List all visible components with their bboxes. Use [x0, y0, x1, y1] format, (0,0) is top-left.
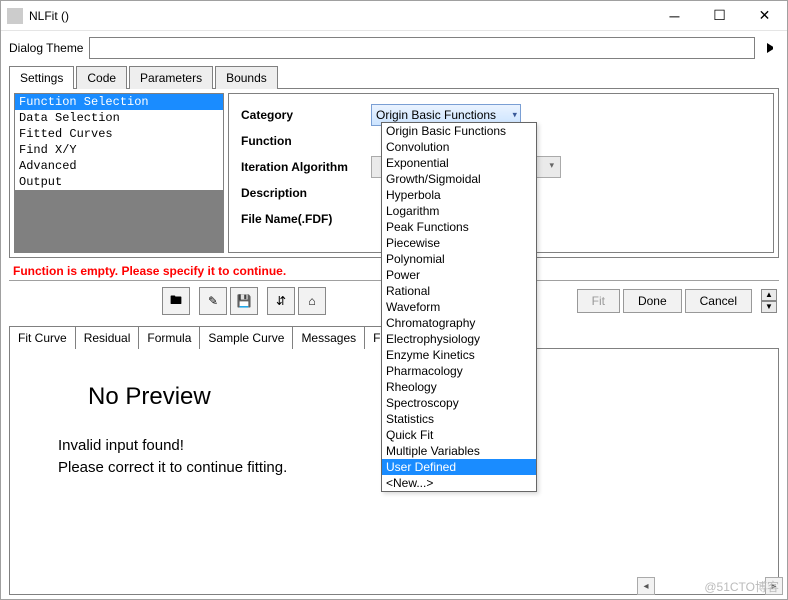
tab-bounds[interactable]: Bounds — [215, 66, 278, 89]
tool-sort-button[interactable]: ⇵ — [267, 287, 295, 315]
dropdown-item[interactable]: Chromatography — [382, 315, 536, 331]
category-value: Origin Basic Functions — [376, 108, 496, 122]
dropdown-item[interactable]: Enzyme Kinetics — [382, 347, 536, 363]
dropdown-item[interactable]: Power — [382, 267, 536, 283]
dropdown-item[interactable]: Convolution — [382, 139, 536, 155]
tab-sample-curve[interactable]: Sample Curve — [199, 326, 292, 349]
dropdown-item[interactable]: Origin Basic Functions — [382, 123, 536, 139]
dropdown-item[interactable]: Statistics — [382, 411, 536, 427]
list-empty-area — [15, 190, 223, 252]
dialog-theme-input[interactable] — [89, 37, 755, 59]
dropdown-item[interactable]: Multiple Variables — [382, 443, 536, 459]
chevron-down-icon: ▾ — [512, 110, 517, 121]
app-icon — [7, 8, 23, 24]
fit-button[interactable]: Fit — [577, 289, 620, 313]
list-item-output[interactable]: Output — [15, 174, 223, 190]
tab-messages[interactable]: Messages — [292, 326, 364, 349]
save-icon: 💾 — [237, 294, 252, 308]
triangle-right-icon — [767, 43, 773, 53]
dropdown-item[interactable]: Growth/Sigmoidal — [382, 171, 536, 187]
description-label: Description — [241, 186, 371, 200]
tool-save-button[interactable]: 💾 — [230, 287, 258, 315]
done-button[interactable]: Done — [623, 289, 682, 313]
tab-code[interactable]: Code — [76, 66, 127, 89]
theme-row: Dialog Theme — [5, 31, 783, 65]
spin-down-button[interactable]: ▼ — [761, 301, 777, 313]
spin-up-button[interactable]: ▲ — [761, 289, 777, 301]
spin-control: ▲ ▼ — [761, 289, 777, 313]
category-label: Category — [241, 108, 371, 122]
dropdown-item[interactable]: Piecewise — [382, 235, 536, 251]
dropdown-item[interactable]: Pharmacology — [382, 363, 536, 379]
tool-home-button[interactable]: ⌂ — [298, 287, 326, 315]
nlfit-dialog: NLFit () ─ ☐ ✕ Dialog Theme Settings Cod… — [0, 0, 788, 600]
file-name-label: File Name(.FDF) — [241, 212, 371, 226]
dropdown-item[interactable]: Polynomial — [382, 251, 536, 267]
maximize-button[interactable]: ☐ — [697, 1, 742, 30]
upper-tabstrip: Settings Code Parameters Bounds — [5, 66, 783, 89]
tab-fit-curve[interactable]: Fit Curve — [9, 326, 75, 349]
dropdown-item[interactable]: Hyperbola — [382, 187, 536, 203]
dropdown-item[interactable]: User Defined — [382, 459, 536, 475]
dropdown-item[interactable]: Electrophysiology — [382, 331, 536, 347]
titlebar: NLFit () ─ ☐ ✕ — [1, 1, 787, 31]
iteration-algorithm-label: Iteration Algorithm — [241, 160, 371, 174]
tab-residual[interactable]: Residual — [75, 326, 139, 349]
watermark: @51CTO博客 — [704, 578, 779, 595]
scroll-left-button[interactable]: ◂ — [637, 577, 655, 595]
dropdown-item[interactable]: Logarithm — [382, 203, 536, 219]
tool-open-button[interactable]: 🖿 — [162, 287, 190, 315]
function-label: Function — [241, 134, 371, 148]
list-item-advanced[interactable]: Advanced — [15, 158, 223, 174]
home-icon: ⌂ — [308, 294, 315, 308]
list-item-fitted-curves[interactable]: Fitted Curves — [15, 126, 223, 142]
category-dropdown-list[interactable]: Origin Basic FunctionsConvolutionExponen… — [381, 122, 537, 492]
tab-formula[interactable]: Formula — [138, 326, 199, 349]
list-item-find-xy[interactable]: Find X/Y — [15, 142, 223, 158]
close-button[interactable]: ✕ — [742, 1, 787, 30]
dropdown-item[interactable]: Peak Functions — [382, 219, 536, 235]
minimize-button[interactable]: ─ — [652, 1, 697, 30]
dropdown-item[interactable]: Rheology — [382, 379, 536, 395]
dropdown-item[interactable]: Rational — [382, 283, 536, 299]
list-item-data-selection[interactable]: Data Selection — [15, 110, 223, 126]
tab-parameters[interactable]: Parameters — [129, 66, 213, 89]
dropdown-item[interactable]: Quick Fit — [382, 427, 536, 443]
sort-icon: ⇵ — [276, 294, 286, 308]
tool-edit-button[interactable]: ✎ — [199, 287, 227, 315]
folder-icon: 🖿 — [170, 291, 182, 312]
dropdown-item[interactable]: Exponential — [382, 155, 536, 171]
list-item-function-selection[interactable]: Function Selection — [15, 94, 223, 110]
tab-settings[interactable]: Settings — [9, 66, 74, 89]
window-title: NLFit () — [29, 9, 652, 23]
theme-menu-button[interactable] — [761, 37, 779, 59]
dropdown-item[interactable]: Spectroscopy — [382, 395, 536, 411]
edit-icon: ✎ — [208, 294, 218, 308]
settings-list[interactable]: Function Selection Data Selection Fitted… — [14, 93, 224, 253]
dropdown-item[interactable]: <New...> — [382, 475, 536, 491]
dropdown-item[interactable]: Waveform — [382, 299, 536, 315]
dialog-theme-label: Dialog Theme — [9, 41, 83, 55]
cancel-button[interactable]: Cancel — [685, 289, 752, 313]
